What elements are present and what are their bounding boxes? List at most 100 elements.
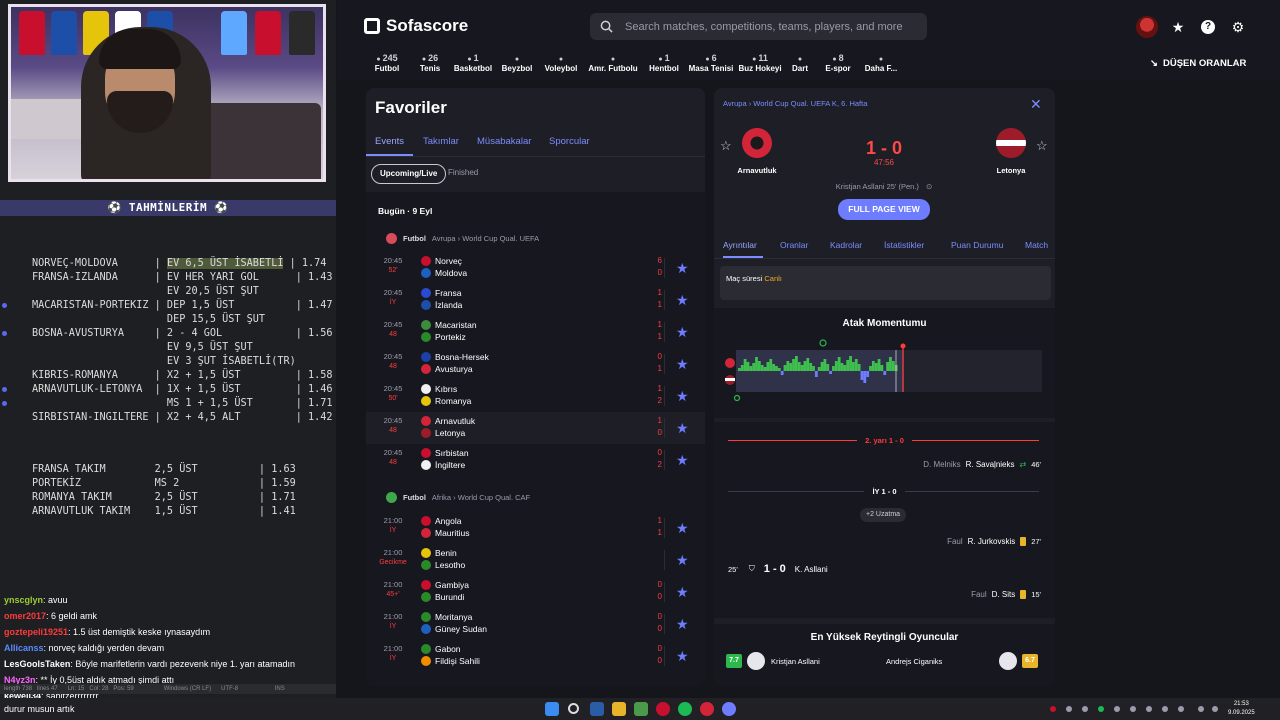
- tab-lineups[interactable]: Kadrolar: [830, 240, 862, 250]
- competition-header[interactable]: Futbol Afrika › World Cup Qual. CAF: [386, 492, 530, 503]
- favorite-star-icon[interactable]: ★: [676, 520, 689, 537]
- sport-tab[interactable]: ● Voleybol: [538, 52, 584, 80]
- match-row[interactable]: 20:45 48 Bosna-Hersek Avusturya 0 1 ★: [366, 348, 705, 380]
- favorite-star-icon[interactable]: ★: [676, 616, 689, 633]
- network-icon[interactable]: [1198, 706, 1204, 712]
- favorite-star-icon[interactable]: ★: [676, 552, 689, 569]
- momentum-chart[interactable]: [722, 338, 1047, 410]
- full-page-view-button[interactable]: FULL PAGE VIEW: [838, 199, 930, 220]
- favorite-star-icon[interactable]: ★: [676, 584, 689, 601]
- search-input[interactable]: [625, 20, 905, 33]
- tray-icon[interactable]: [1066, 706, 1072, 712]
- favorite-star-icon[interactable]: ★: [676, 648, 689, 665]
- yellow-card-event[interactable]: Faul R. Jurkovskis 27': [947, 537, 1041, 546]
- sport-tab[interactable]: ● 26 Tenis: [410, 52, 450, 80]
- player-avatar[interactable]: [747, 652, 765, 670]
- opera-icon[interactable]: [656, 702, 670, 716]
- match-row[interactable]: 21:00 İY Gabon Fildişi Sahili 0 0 ★: [366, 640, 705, 672]
- match-row[interactable]: 21:00 Gecikme Benin Lesotho ★: [366, 544, 705, 576]
- sport-tab[interactable]: ● 8 E-spor: [816, 52, 860, 80]
- tray-icon[interactable]: [1178, 706, 1184, 712]
- chat-username[interactable]: ynscglyn: [4, 595, 43, 605]
- tab-athletes[interactable]: Sporcular: [549, 136, 590, 147]
- tab-details[interactable]: Ayrıntılar: [723, 240, 757, 250]
- chat-username[interactable]: LesGoolsTaken: [4, 659, 70, 669]
- upcoming-live-filter[interactable]: Upcoming/Live: [371, 164, 447, 184]
- home-team[interactable]: Arnavutluk: [722, 128, 792, 175]
- tray-icon[interactable]: [1082, 706, 1088, 712]
- system-clock[interactable]: 21:53 9.09.2025: [1228, 700, 1255, 718]
- brand-logo[interactable]: Sofascore: [364, 16, 468, 36]
- volume-icon[interactable]: [1212, 706, 1218, 712]
- tab-odds[interactable]: Oranlar: [780, 240, 808, 250]
- favorite-star-icon[interactable]: ★: [676, 452, 689, 469]
- user-avatar[interactable]: [1136, 16, 1158, 38]
- tray-icon[interactable]: [1146, 706, 1152, 712]
- search-box[interactable]: [590, 13, 927, 40]
- goal-event[interactable]: 25' ⛉ 1 - 0 K. Asllani: [728, 563, 828, 575]
- sport-tab[interactable]: ● 11 Buz Hokeyi: [736, 52, 784, 80]
- match-row[interactable]: 21:00 İY Moritanya Güney Sudan 0 0 ★: [366, 608, 705, 640]
- match-row[interactable]: 21:00 45+' Gambiya Burundi 0 0 ★: [366, 576, 705, 608]
- steam-icon[interactable]: [590, 702, 604, 716]
- competition-header[interactable]: Futbol Avrupa › World Cup Qual. UEFA: [386, 233, 539, 244]
- favorite-away-star-icon[interactable]: ☆: [1036, 138, 1048, 154]
- search-icon[interactable]: [568, 703, 579, 714]
- player-name[interactable]: Andrejs Ciganiks: [886, 657, 942, 666]
- sport-tab[interactable]: ● Beyzbol: [496, 52, 538, 80]
- sport-tab[interactable]: ● Daha F...: [860, 52, 902, 80]
- favorite-star-icon[interactable]: ★: [676, 260, 689, 277]
- finished-filter[interactable]: Finished: [440, 164, 486, 184]
- match-row[interactable]: 21:00 İY Angola Mauritius 1 1 ★: [366, 512, 705, 544]
- windows-start-icon[interactable]: [545, 702, 559, 716]
- tray-icon[interactable]: [1098, 706, 1104, 712]
- tab-standings[interactable]: Puan Durumu: [951, 240, 1003, 250]
- tray-icon[interactable]: [1130, 706, 1136, 712]
- tab-teams[interactable]: Takımlar: [423, 136, 459, 147]
- match-row[interactable]: 20:45 48 Macaristan Portekiz 1 1 ★: [366, 316, 705, 348]
- favorite-star-icon[interactable]: ★: [676, 324, 689, 341]
- favorite-star-icon[interactable]: ★: [676, 292, 689, 309]
- tray-icon[interactable]: [1050, 706, 1056, 712]
- notepad-icon[interactable]: [634, 702, 648, 716]
- match-row[interactable]: 20:45 48 Arnavutluk Letonya 1 0 ★: [366, 412, 705, 444]
- match-row[interactable]: 20:45 52' Norveç Moldova 6 0 ★: [366, 252, 705, 284]
- sport-tab[interactable]: ● Dart: [784, 52, 816, 80]
- match-row[interactable]: 20:45 İY Fransa İzlanda 1 1 ★: [366, 284, 705, 316]
- tab-match[interactable]: Match: [1025, 240, 1048, 250]
- chat-username[interactable]: omer2017: [4, 611, 46, 621]
- sport-tab[interactable]: ● 6 Masa Tenisi: [686, 52, 736, 80]
- tray-icon[interactable]: [1114, 706, 1120, 712]
- sport-tab[interactable]: ● 1 Basketbol: [450, 52, 496, 80]
- match-row[interactable]: 20:45 48 Sırbistan İngiltere 0 2 ★: [366, 444, 705, 476]
- substitution-event[interactable]: D. Melniks R. Savaļnieks ⇄ 46': [923, 460, 1041, 469]
- breadcrumb[interactable]: Avrupa › World Cup Qual. UEFA K, 6. Haft…: [723, 99, 867, 108]
- help-icon[interactable]: ?: [1199, 18, 1217, 36]
- favorite-star-icon[interactable]: ★: [676, 388, 689, 405]
- sport-tab[interactable]: ● 245 Futbol: [364, 52, 410, 80]
- home-flag-icon: [421, 548, 431, 558]
- spotify-icon[interactable]: [678, 702, 692, 716]
- player-avatar[interactable]: [999, 652, 1017, 670]
- favorites-star-icon[interactable]: ★: [1169, 18, 1187, 36]
- close-icon[interactable]: ✕: [1030, 96, 1042, 113]
- yellow-card-event[interactable]: Faul D. Sits 15': [971, 590, 1041, 599]
- tab-events[interactable]: Events: [375, 136, 404, 147]
- file-explorer-icon[interactable]: [612, 702, 626, 716]
- tab-statistics[interactable]: İstatistikler: [884, 240, 924, 250]
- app-icon[interactable]: [700, 702, 714, 716]
- chat-username[interactable]: Allicanss: [4, 643, 44, 653]
- match-row[interactable]: 20:45 50' Kıbrıs Romanya 1 2 ★: [366, 380, 705, 412]
- tab-competitions[interactable]: Müsabakalar: [477, 136, 531, 147]
- sport-tab[interactable]: ● 1 Hentbol: [642, 52, 686, 80]
- sport-tab[interactable]: ● Amr. Futbolu: [584, 52, 642, 80]
- chat-username[interactable]: goztepeli19251: [4, 627, 68, 637]
- tray-icon[interactable]: [1162, 706, 1168, 712]
- player-name[interactable]: Kristjan Asllani: [771, 657, 820, 666]
- falling-odds-button[interactable]: ↘ DÜŞEN ORANLAR: [1150, 58, 1246, 69]
- settings-gear-icon[interactable]: ⚙: [1229, 18, 1247, 36]
- divider: [664, 550, 665, 570]
- favorite-star-icon[interactable]: ★: [676, 356, 689, 373]
- discord-icon[interactable]: [722, 702, 736, 716]
- favorite-star-icon[interactable]: ★: [676, 420, 689, 437]
